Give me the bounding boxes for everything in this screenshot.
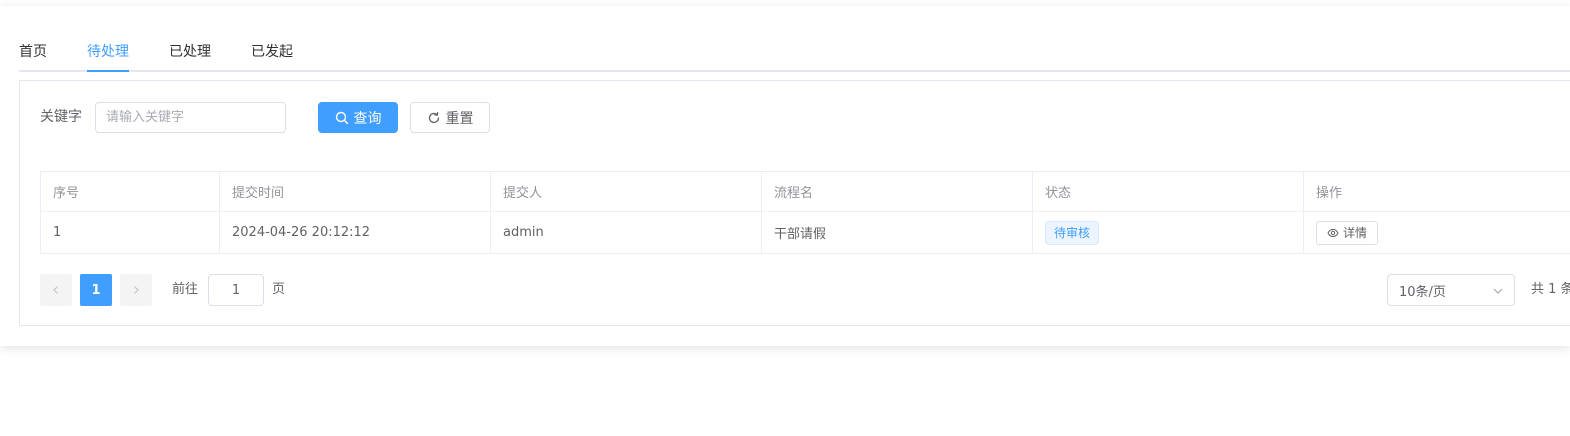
keyword-label: 关键字 (40, 109, 82, 125)
table-row: 1 2024-04-26 20:12:12 admin 干部请假 待审核 详情 (41, 212, 1570, 254)
keyword-input[interactable] (95, 102, 286, 133)
cell-process-name: 干部请假 (762, 212, 1033, 253)
page-1-button[interactable]: 1 (80, 274, 112, 306)
reset-button[interactable]: 重置 (410, 102, 490, 133)
header-action: 操作 (1304, 172, 1570, 211)
task-table: 序号 提交时间 提交人 流程名 状态 操作 1 2024-04-26 20:12… (40, 171, 1570, 254)
content-panel: 关键字 查询 重置 序号 提交时间 提交人 流程名 状态 操作 (19, 80, 1570, 326)
next-page-button[interactable] (120, 274, 152, 306)
page-size-value: 10条/页 (1399, 284, 1446, 300)
tab-home[interactable]: 首页 (19, 32, 47, 72)
goto-suffix: 页 (272, 282, 286, 297)
chevron-down-icon (1492, 285, 1504, 297)
chevron-left-icon (51, 285, 61, 295)
reset-button-label: 重置 (445, 110, 474, 127)
goto-page-input[interactable] (208, 274, 264, 306)
tab-initiated[interactable]: 已发起 (251, 32, 293, 72)
total-count: 共 1 条 (1531, 282, 1570, 297)
cell-submitter: admin (491, 212, 762, 253)
main-card: 首页 待处理 已处理 已发起 关键字 查询 重置 序号 提交时间 提交人 流程名 (0, 6, 1570, 346)
page-size-select[interactable]: 10条/页 (1387, 274, 1515, 306)
detail-button-label: 详情 (1343, 226, 1368, 240)
header-status: 状态 (1033, 172, 1304, 211)
cell-index: 1 (41, 212, 220, 253)
header-submitter: 提交人 (491, 172, 762, 211)
cell-submit-time: 2024-04-26 20:12:12 (220, 212, 491, 253)
query-button-label: 查询 (353, 110, 382, 127)
detail-button[interactable]: 详情 (1316, 220, 1379, 245)
cell-action: 详情 (1304, 212, 1570, 253)
header-submit-time: 提交时间 (220, 172, 491, 211)
active-tab-indicator (87, 70, 129, 72)
refresh-icon (427, 111, 441, 125)
goto-label: 前往 (172, 282, 199, 297)
tab-bar: 首页 待处理 已处理 已发起 (19, 32, 1570, 72)
tab-pending[interactable]: 待处理 (87, 32, 129, 72)
prev-page-button[interactable] (40, 274, 72, 306)
header-process-name: 流程名 (762, 172, 1033, 211)
table-header-row: 序号 提交时间 提交人 流程名 状态 操作 (41, 172, 1570, 212)
status-badge: 待审核 (1045, 220, 1100, 245)
search-icon (335, 111, 349, 125)
query-button[interactable]: 查询 (318, 102, 398, 133)
header-index: 序号 (41, 172, 220, 211)
cell-status: 待审核 (1033, 212, 1304, 253)
tab-processed[interactable]: 已处理 (169, 32, 211, 72)
chevron-right-icon (131, 285, 141, 295)
eye-icon (1327, 227, 1339, 239)
